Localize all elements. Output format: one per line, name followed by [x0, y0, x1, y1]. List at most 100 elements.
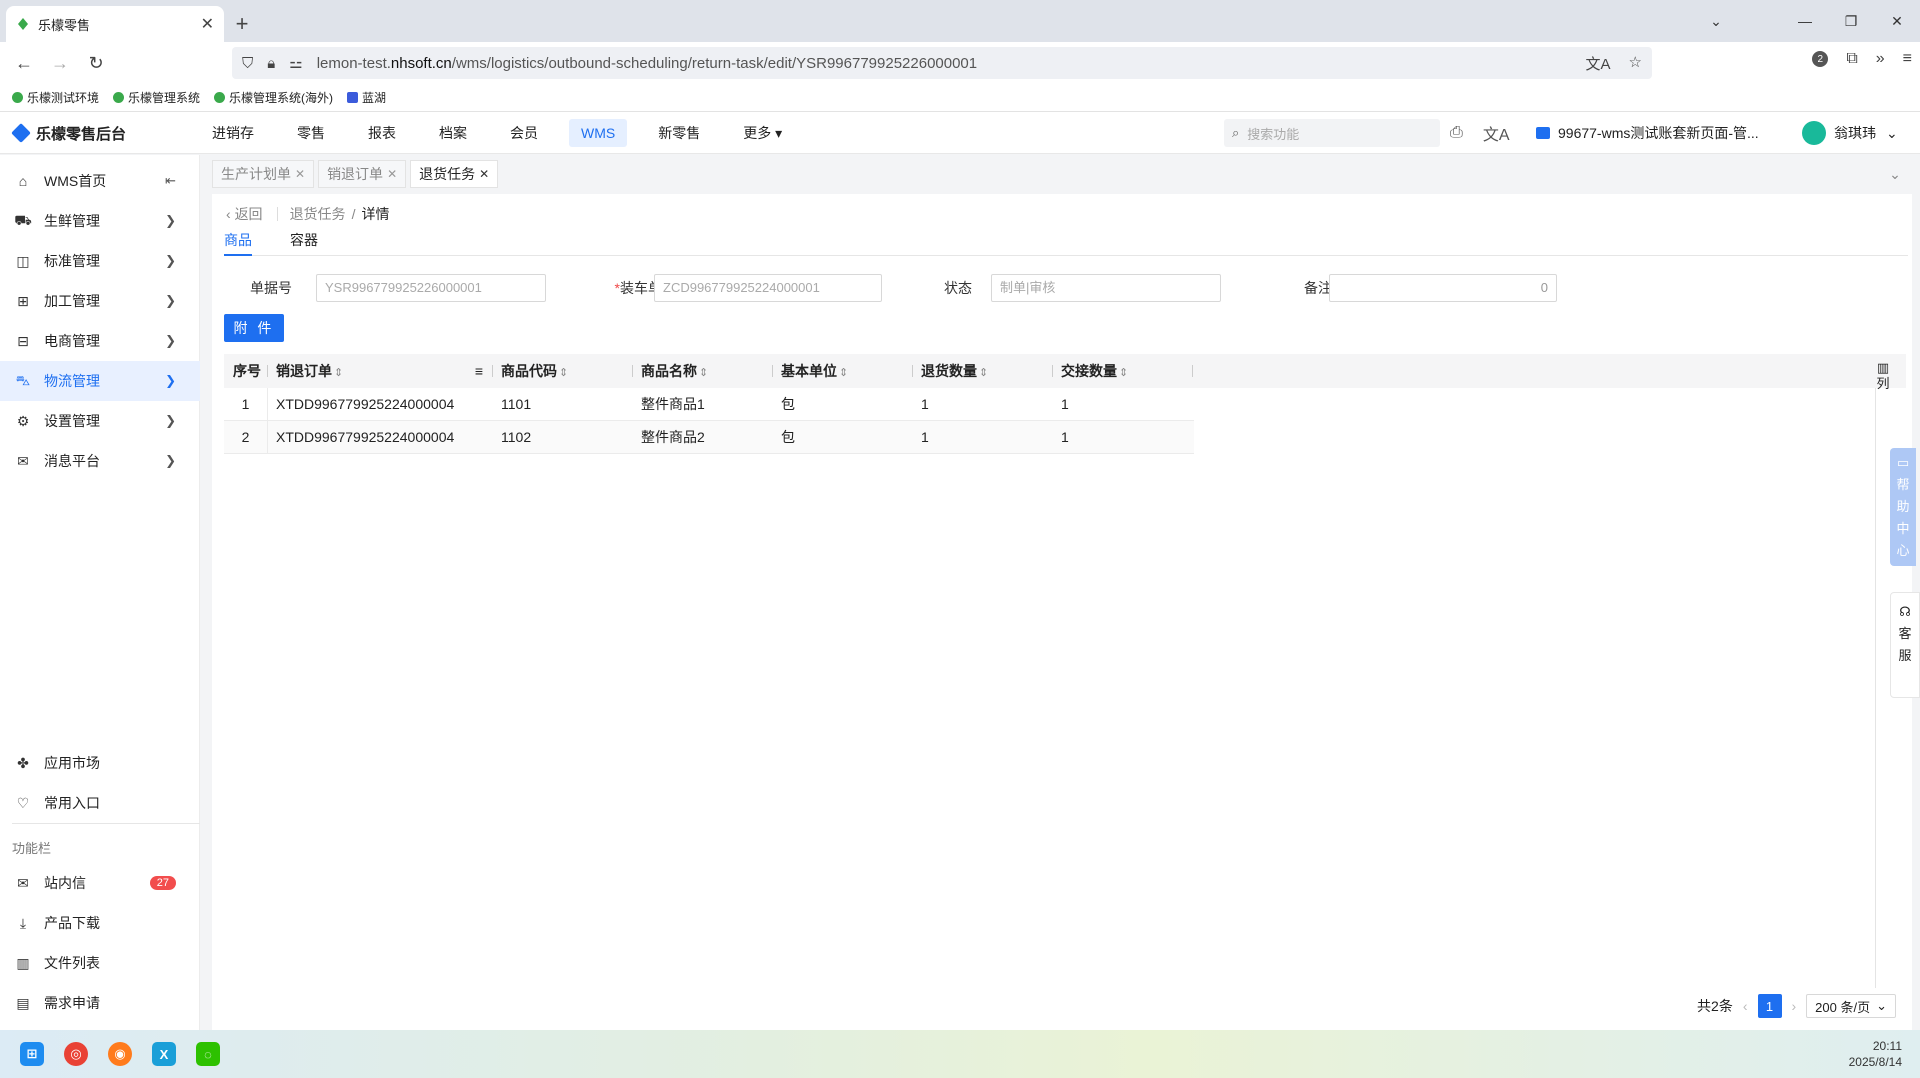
sort-icon[interactable]: ⇕: [334, 367, 343, 379]
extensions-icon[interactable]: ⧉: [1846, 50, 1857, 68]
sidebar-item-file-list[interactable]: ▥ 文件列表: [0, 943, 200, 983]
app-logo[interactable]: 乐檬零售后台: [11, 112, 126, 154]
star-icon[interactable]: ☆: [1629, 53, 1642, 74]
printer-icon[interactable]: ⎙: [1450, 124, 1463, 142]
bookmark-item[interactable]: 乐檬管理系统: [113, 89, 200, 106]
sidebar-item-request[interactable]: ▤ 需求申请: [0, 983, 200, 1023]
sidebar-item-settings[interactable]: ⚙ 设置管理 ❯: [0, 401, 200, 441]
col-base-unit[interactable]: 基本单位 ⇕: [773, 354, 913, 388]
browser-tab[interactable]: 乐檬零售 ✕: [6, 6, 224, 42]
doc-no-field[interactable]: YSR996779925226000001: [316, 274, 546, 302]
extension-badge[interactable]: 2: [1812, 51, 1829, 67]
menu-item-retail[interactable]: 零售: [285, 119, 337, 147]
help-center-button[interactable]: ▭ 帮助中心: [1890, 448, 1916, 566]
sidebar-item-processing[interactable]: ⊞ 加工管理 ❯: [0, 281, 200, 321]
chevron-down-icon[interactable]: ⌄: [1702, 8, 1730, 34]
sidebar-item-fresh[interactable]: ⛟ 生鲜管理 ❯: [0, 201, 200, 241]
function-search-input[interactable]: ⌕ 搜索功能: [1224, 119, 1440, 147]
next-page-icon[interactable]: ›: [1792, 998, 1797, 1014]
overflow-icon[interactable]: »: [1876, 50, 1885, 68]
sidebar-item-wms-home[interactable]: ⌂ WMS首页 ⇤: [0, 161, 200, 201]
sort-icon[interactable]: ⇕: [1119, 367, 1128, 379]
customer-service-button[interactable]: ☊ 客服: [1890, 592, 1920, 698]
table-row[interactable]: 2 XTDD996779925224000004 1102 整件商品2 包 1 …: [224, 421, 1194, 454]
forward-arrow-icon[interactable]: →: [42, 45, 78, 81]
tab-containers[interactable]: 容器: [290, 230, 318, 256]
page-number[interactable]: 1: [1757, 994, 1782, 1018]
column-menu-icon[interactable]: ≡: [475, 354, 483, 388]
minimize-icon[interactable]: —: [1782, 0, 1828, 42]
language-icon[interactable]: 文A: [1483, 121, 1510, 145]
col-sales-return-order[interactable]: 销退订单 ⇕ ≡: [268, 354, 493, 388]
xmind-icon[interactable]: X: [152, 1042, 176, 1066]
sidebar-item-logistics[interactable]: ⛍ 物流管理 ❯: [0, 361, 200, 401]
menu-item-wms[interactable]: WMS: [569, 119, 628, 147]
sort-icon[interactable]: ⇕: [979, 367, 988, 379]
menu-item-member[interactable]: 会员: [498, 119, 550, 147]
translate-icon[interactable]: 文A: [1586, 53, 1611, 74]
close-icon[interactable]: ✕: [479, 167, 489, 181]
sort-icon[interactable]: ⇕: [839, 367, 848, 379]
menu-icon[interactable]: ≡: [1903, 50, 1912, 68]
tab-goods[interactable]: 商品: [224, 230, 252, 256]
scrollbar[interactable]: [1875, 388, 1876, 988]
firefox-icon[interactable]: ◉: [108, 1042, 132, 1066]
close-tab-icon[interactable]: ✕: [201, 14, 214, 34]
cell-seq: 1: [224, 388, 268, 421]
status-field[interactable]: 制单|审核: [991, 274, 1221, 302]
bookmark-item[interactable]: 乐檬管理系统(海外): [214, 89, 333, 106]
col-goods-code[interactable]: 商品代码 ⇕: [493, 354, 633, 388]
menu-item-more[interactable]: 更多 ▾: [731, 119, 794, 147]
restore-icon[interactable]: ❐: [1828, 0, 1874, 42]
reload-icon[interactable]: ↻: [78, 45, 114, 81]
sidebar: ⌂ WMS首页 ⇤ ⛟ 生鲜管理 ❯ ◫ 标准管理 ❯ ⊞ 加工管理 ❯ ⊟ 电商管理 ❯ ⛍ 物流管…: [0, 155, 200, 1030]
sidebar-item-messages[interactable]: ✉ 消息平台 ❯: [0, 441, 200, 481]
col-return-qty[interactable]: 退货数量 ⇕: [913, 354, 1053, 388]
remark-field[interactable]: 0: [1329, 274, 1557, 302]
close-icon[interactable]: ✕: [295, 167, 305, 181]
sidebar-item-standard[interactable]: ◫ 标准管理 ❯: [0, 241, 200, 281]
col-handover-qty[interactable]: 交接数量 ⇕: [1053, 354, 1193, 388]
close-icon[interactable]: ✕: [387, 167, 397, 181]
chevron-right-icon: ❯: [165, 293, 176, 308]
user-menu[interactable]: 翁琪玮 ⌄: [1802, 112, 1898, 154]
chevron-down-icon[interactable]: ⌄: [1880, 160, 1910, 188]
browser-tab-title: 乐檬零售: [38, 17, 91, 33]
table-row[interactable]: 1 XTDD996779925224000004 1101 整件商品1 包 1 …: [224, 388, 1194, 421]
sort-icon[interactable]: ⇕: [699, 367, 708, 379]
load-sheet-field[interactable]: ZCD996779925224000001: [654, 274, 882, 302]
chevron-right-icon: ❯: [165, 373, 176, 388]
sort-icon[interactable]: ⇕: [559, 367, 568, 379]
bookmark-item[interactable]: 乐檬测试环境: [12, 89, 99, 106]
menu-item-archive[interactable]: 档案: [427, 119, 479, 147]
sidebar-item-download[interactable]: ⤓ 产品下载: [0, 903, 200, 943]
windows-start-icon[interactable]: ⊞: [20, 1042, 44, 1066]
wechat-icon[interactable]: ◌: [196, 1042, 220, 1066]
tab-return-task[interactable]: 退货任务 ✕: [410, 160, 499, 188]
sidebar-item-app-market[interactable]: ✤ 应用市场: [0, 743, 200, 783]
tab-production-plan[interactable]: 生产计划单 ✕: [212, 160, 315, 188]
menu-item-new-retail[interactable]: 新零售: [646, 119, 712, 147]
sidebar-item-inbox[interactable]: ✉ 站内信 27: [0, 863, 200, 903]
menu-item-reports[interactable]: 报表: [356, 119, 408, 147]
account-switcher[interactable]: 99677-wms测试账套新页面-管...: [1536, 112, 1759, 154]
message-icon: ✉: [17, 452, 29, 469]
new-tab-button[interactable]: +: [224, 6, 260, 42]
sidebar-item-favorites[interactable]: ♡ 常用入口: [0, 783, 200, 823]
collapse-sidebar-icon[interactable]: ⇤: [165, 173, 176, 189]
attachment-button[interactable]: 附 件: [224, 314, 284, 342]
prev-page-icon[interactable]: ‹: [1743, 998, 1748, 1014]
bookmark-item[interactable]: 蓝湖: [347, 89, 386, 106]
tab-sales-return[interactable]: 销退订单 ✕: [318, 160, 407, 188]
address-bar[interactable]: ⛉ 🔒︎ ⚍ lemon-test.nhsoft.cn/wms/logistic…: [232, 47, 1652, 79]
breadcrumb-parent[interactable]: 退货任务: [290, 204, 346, 224]
menu-item-inventory[interactable]: 进销存: [200, 119, 266, 147]
back-arrow-icon[interactable]: ←: [6, 45, 42, 81]
sidebar-item-ecommerce[interactable]: ⊟ 电商管理 ❯: [0, 321, 200, 361]
chrome-icon[interactable]: ◎: [64, 1042, 88, 1066]
close-window-icon[interactable]: ✕: [1874, 0, 1920, 42]
col-goods-name[interactable]: 商品名称 ⇕: [633, 354, 773, 388]
back-link[interactable]: ‹ 返回: [226, 204, 263, 224]
page-size-select[interactable]: 200 条/页 ⌄: [1806, 994, 1896, 1018]
system-clock[interactable]: 20:11 2025/8/14: [1849, 1038, 1902, 1070]
